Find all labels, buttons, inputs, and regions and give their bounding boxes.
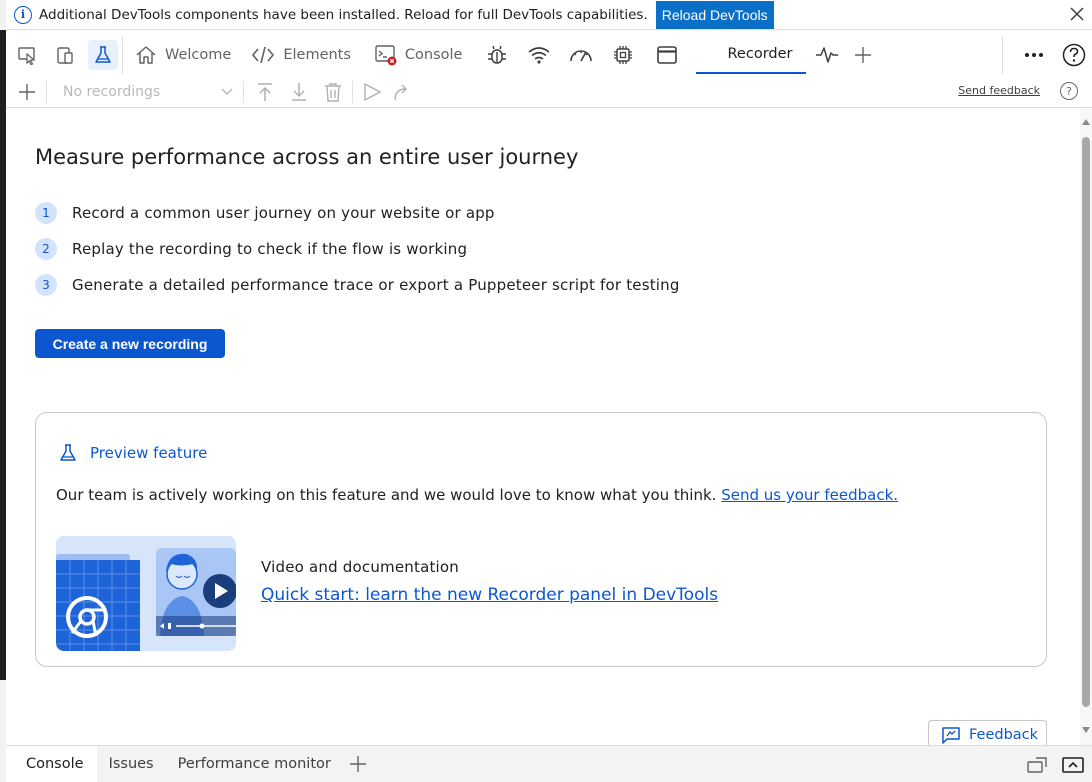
more-options-icon[interactable] (1019, 40, 1049, 70)
preview-feature-label: Preview feature (90, 444, 208, 462)
download-icon[interactable] (284, 77, 314, 107)
step-number: 3 (35, 274, 57, 296)
feedback-icon (942, 726, 960, 744)
flask-icon (60, 444, 76, 461)
device-emulation-icon[interactable] (50, 40, 80, 70)
devtools-tabbar: Welcome Elements Console Recorder (6, 36, 1092, 74)
activity-icon[interactable] (812, 40, 842, 70)
application-icon[interactable] (652, 40, 682, 70)
tab-console[interactable]: Console (367, 36, 471, 74)
memory-icon[interactable] (608, 40, 638, 70)
console-icon (375, 45, 397, 66)
flask-icon[interactable] (88, 40, 118, 70)
page-title: Measure performance across an entire use… (35, 145, 579, 169)
preview-feature-card: Preview feature Our team is actively wor… (35, 412, 1047, 667)
vertical-scrollbar[interactable] (1080, 109, 1092, 745)
info-bar: i Additional DevTools components have be… (6, 0, 1092, 30)
video-thumbnail[interactable] (56, 536, 236, 651)
dock-drawer-icon[interactable] (1022, 750, 1052, 780)
tab-recorder-label: Recorder (727, 46, 793, 62)
help-icon[interactable] (1059, 40, 1089, 70)
drawer-controls (1022, 746, 1092, 782)
recordings-select[interactable]: No recordings (63, 84, 233, 100)
preview-feature-text: Our team is actively working on this fea… (56, 486, 898, 504)
toolbar-divider (1002, 36, 1004, 74)
video-doc-title: Video and documentation (261, 558, 459, 576)
feedback-button-label: Feedback (969, 726, 1039, 743)
drawer-tab-performance-monitor[interactable]: Performance monitor (166, 746, 343, 782)
recorder-panel: Measure performance across an entire use… (6, 109, 1080, 748)
home-icon (136, 46, 156, 64)
tab-elements-label: Elements (283, 47, 351, 63)
tab-welcome-label: Welcome (165, 47, 232, 63)
new-recording-icon[interactable] (12, 77, 42, 107)
step-number: 1 (35, 202, 57, 224)
performance-icon[interactable] (566, 40, 596, 70)
upload-icon[interactable] (250, 77, 280, 107)
bug-icon[interactable] (482, 40, 512, 70)
create-recording-button[interactable]: Create a new recording (35, 329, 225, 358)
toolbar-divider (122, 36, 123, 74)
add-tab-icon[interactable] (848, 40, 878, 70)
delete-icon[interactable] (318, 77, 348, 107)
drawer-tabbar: Console Issues Performance monitor (6, 745, 1092, 782)
quick-start-link[interactable]: Quick start: learn the new Recorder pane… (261, 585, 718, 605)
send-us-feedback-link[interactable]: Send us your feedback. (721, 486, 898, 504)
chevron-down-icon (221, 88, 233, 95)
info-icon: i (14, 5, 32, 24)
toolbar-divider (243, 80, 244, 103)
toolbar-divider (46, 80, 47, 103)
code-icon (252, 46, 275, 64)
replay-icon[interactable] (387, 77, 417, 107)
tab-console-label: Console (404, 47, 463, 63)
preview-feature-header: Preview feature (58, 443, 207, 463)
tab-recorder[interactable]: Recorder (696, 36, 807, 74)
recorder-toolbar: No recordings Send feedback ? (6, 76, 1092, 108)
drawer-tab-console[interactable]: Console (6, 745, 97, 782)
steps-list: 1 Record a common user journey on your w… (35, 195, 680, 303)
inspect-element-icon[interactable] (12, 40, 42, 70)
scroll-down-arrow-icon[interactable] (1082, 727, 1090, 733)
list-item: 1 Record a common user journey on your w… (35, 195, 680, 231)
feedback-button[interactable]: Feedback (928, 720, 1047, 748)
recordings-select-value: No recordings (63, 83, 161, 100)
scroll-up-arrow-icon[interactable] (1082, 119, 1090, 125)
step-text: Replay the recording to check if the flo… (72, 240, 468, 258)
send-feedback-link[interactable]: Send feedback (958, 84, 1040, 97)
info-message: Additional DevTools components have been… (39, 6, 648, 23)
list-item: 3 Generate a detailed performance trace … (35, 267, 680, 303)
play-icon[interactable] (357, 77, 387, 107)
step-text: Generate a detailed performance trace or… (72, 276, 680, 294)
step-number: 2 (35, 238, 57, 260)
preview-description: Our team is actively working on this fea… (56, 486, 717, 504)
list-item: 2 Replay the recording to check if the f… (35, 231, 680, 267)
drawer-tab-issues[interactable]: Issues (97, 746, 166, 782)
step-text: Record a common user journey on your web… (72, 204, 495, 222)
network-icon[interactable] (524, 40, 554, 70)
tab-welcome[interactable]: Welcome (127, 36, 239, 74)
add-drawer-tab-icon[interactable] (343, 749, 373, 779)
scrollbar-thumb[interactable] (1082, 137, 1090, 707)
tab-elements[interactable]: Elements (243, 36, 359, 74)
toolbar-divider (352, 80, 353, 103)
close-icon[interactable] (1066, 3, 1088, 25)
recorder-help-icon[interactable]: ? (1060, 82, 1078, 100)
reload-devtools-button[interactable]: Reload DevTools (655, 0, 774, 29)
close-drawer-icon[interactable] (1058, 750, 1088, 780)
